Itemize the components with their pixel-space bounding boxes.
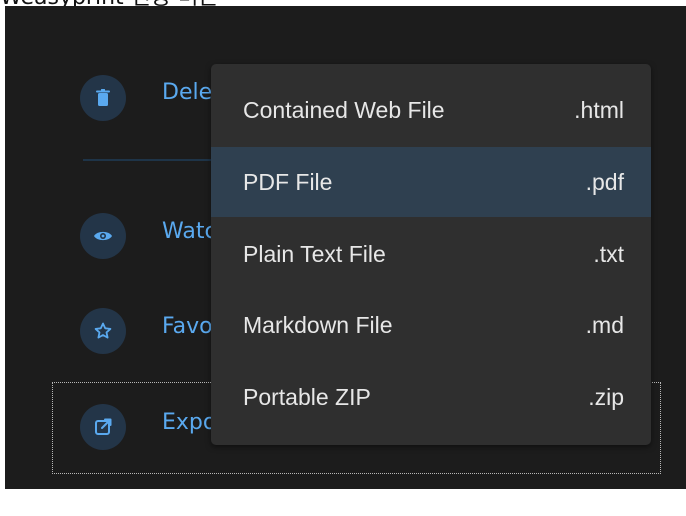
menu-item-pdf[interactable]: PDF File .pdf: [211, 147, 651, 217]
menu-item-label: PDF File: [243, 168, 333, 195]
menu-item-extension: .md: [585, 311, 624, 338]
page: Weasyprint 전용 버튼 Delete Watch: [0, 0, 686, 516]
eye-icon[interactable]: [80, 213, 126, 259]
menu-item-label: Plain Text File: [243, 240, 386, 267]
trash-icon[interactable]: [80, 75, 126, 121]
menu-item-label: Markdown File: [243, 311, 393, 338]
menu-item-label: Contained Web File: [243, 96, 445, 123]
menu-item-label: Portable ZIP: [243, 383, 371, 410]
external-link-icon[interactable]: [80, 404, 126, 450]
menu-item-extension: .txt: [593, 240, 624, 267]
divider: [83, 159, 223, 161]
menu-item-extension: .zip: [588, 383, 624, 410]
actions-panel: Delete Watch Favorite Export Contained W…: [5, 6, 686, 489]
menu-item-zip[interactable]: Portable ZIP .zip: [211, 362, 651, 432]
menu-item-extension: .html: [574, 96, 624, 123]
export-format-menu: Contained Web File .html PDF File .pdf P…: [211, 64, 651, 445]
menu-item-txt[interactable]: Plain Text File .txt: [211, 219, 651, 289]
star-icon[interactable]: [80, 308, 126, 354]
menu-item-extension: .pdf: [585, 168, 624, 195]
menu-item-html[interactable]: Contained Web File .html: [211, 75, 651, 145]
menu-item-md[interactable]: Markdown File .md: [211, 290, 651, 360]
